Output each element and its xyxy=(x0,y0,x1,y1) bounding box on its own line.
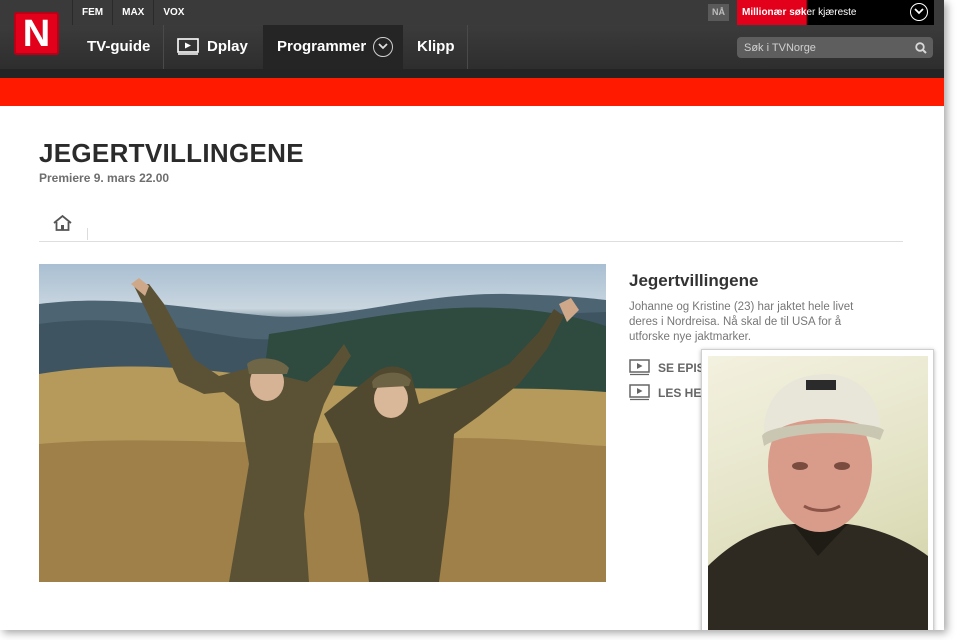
inset-portrait-image xyxy=(708,356,928,630)
nav-klipp[interactable]: Klipp xyxy=(403,25,469,69)
play-icon xyxy=(629,384,650,407)
show-title: Jegertvillingene xyxy=(629,271,759,290)
chevron-down-icon[interactable] xyxy=(910,3,928,21)
play-icon xyxy=(629,359,650,382)
nav-dplay[interactable]: Dplay xyxy=(163,25,262,69)
home-icon[interactable] xyxy=(52,214,73,237)
hero-image[interactable] xyxy=(39,264,606,582)
search-input[interactable] xyxy=(737,37,933,58)
now-label: NÅ xyxy=(708,4,729,21)
channel-link-vox[interactable]: VOX xyxy=(153,0,193,25)
page-title: JEGERTVILLINGENE xyxy=(39,138,304,168)
channel-bar: FEM MAX VOX NÅ Millionær søker kjæreste xyxy=(0,0,944,25)
show-description: Johanne og Kristine (23) har jaktet hele… xyxy=(629,301,854,343)
brand-accent-bar xyxy=(0,78,944,106)
chevron-down-icon xyxy=(373,37,393,57)
browser-frame: FEM MAX VOX NÅ Millionær søker kjæreste … xyxy=(0,0,944,630)
now-playing-title-rest: er kjæreste xyxy=(806,7,857,18)
nav-divider xyxy=(467,25,468,69)
see-episodes-link[interactable]: SE EPIS xyxy=(629,358,705,378)
read-more-link[interactable]: LES HE xyxy=(629,383,701,403)
play-icon xyxy=(177,29,199,73)
nav-programmer-label: Programmer xyxy=(277,38,367,55)
nav-programmer[interactable]: Programmer xyxy=(263,25,403,69)
channel-link-fem[interactable]: FEM xyxy=(72,0,112,25)
premiere-date: Premiere 9. mars 22.00 xyxy=(39,171,170,185)
section-divider xyxy=(39,241,903,242)
nav-tv-guide[interactable]: TV-guide xyxy=(73,25,164,69)
search-icon[interactable] xyxy=(915,41,927,59)
tab-divider xyxy=(87,228,88,240)
now-playing-banner[interactable]: Millionær søker kjæreste xyxy=(737,0,934,25)
inset-photo-frame xyxy=(701,349,934,630)
nav-dplay-label: Dplay xyxy=(207,38,248,55)
channel-links: FEM MAX VOX xyxy=(72,0,193,25)
now-playing-title-red: Millionær søk xyxy=(742,7,807,18)
nav-shadow xyxy=(0,69,944,78)
tvnorge-logo[interactable]: N xyxy=(14,12,59,55)
see-episodes-label: SE EPIS xyxy=(658,361,705,375)
channel-link-max[interactable]: MAX xyxy=(112,0,153,25)
read-more-label: LES HE xyxy=(658,386,702,400)
